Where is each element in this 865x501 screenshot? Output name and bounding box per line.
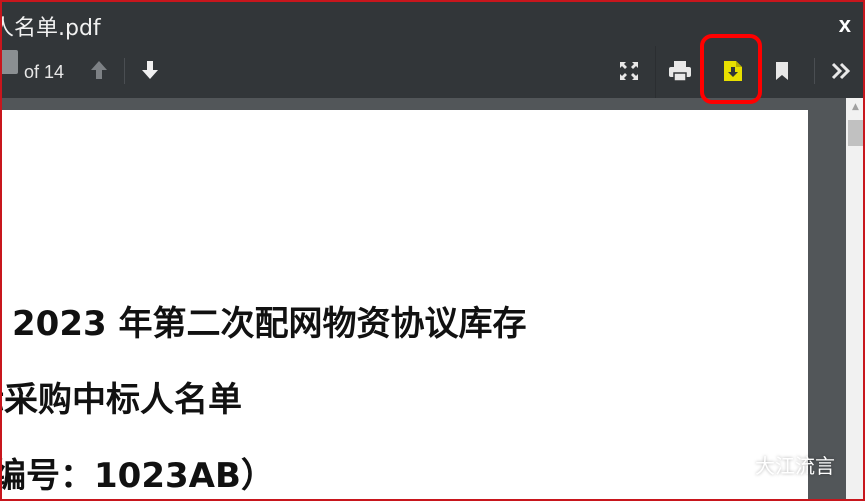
print-button[interactable] — [666, 58, 694, 84]
next-page-button[interactable] — [139, 58, 161, 82]
toolbar-separator — [814, 58, 815, 84]
scrollbar-thumb[interactable] — [848, 120, 863, 146]
title-bar: 人名单.pdf x — [0, 0, 865, 50]
arrow-up-icon — [91, 61, 107, 79]
double-chevron-icon — [831, 62, 851, 80]
fullscreen-icon — [620, 62, 638, 80]
download-button[interactable] — [720, 58, 746, 84]
fit-page-button[interactable] — [616, 58, 642, 84]
document-heading-line-3: 编号：1023AB） — [0, 456, 275, 496]
bookmark-icon — [776, 62, 788, 80]
pdf-toolbar: of 14 — [0, 46, 865, 98]
document-title: 人名单.pdf — [0, 16, 101, 41]
print-icon — [669, 61, 691, 82]
watermark-text: 大江流言 — [755, 454, 835, 478]
scroll-up-arrow-icon[interactable]: ▲ — [846, 98, 865, 116]
arrow-down-icon — [142, 61, 158, 79]
bookmark-button[interactable] — [772, 58, 792, 84]
pdf-page: 2023 年第二次配网物资协议库存 标采购中标人名单 编号：1023AB） — [0, 110, 808, 501]
close-button[interactable]: x — [839, 12, 851, 38]
more-tools-button[interactable] — [829, 59, 853, 83]
document-heading-line-2: 标采购中标人名单 — [0, 380, 242, 420]
download-icon — [724, 61, 742, 81]
vertical-scrollbar[interactable]: ▲ — [846, 98, 865, 501]
page-number-input[interactable] — [0, 50, 18, 74]
page-count-label: of 14 — [24, 62, 65, 82]
toolbar-separator — [124, 58, 125, 84]
document-viewport[interactable]: 2023 年第二次配网物资协议库存 标采购中标人名单 编号：1023AB） ▲ — [0, 98, 865, 501]
wechat-icon — [721, 453, 748, 475]
document-heading-line-1: 2023 年第二次配网物资协议库存 — [12, 304, 527, 344]
watermark: 大江流言 — [721, 450, 835, 479]
previous-page-button[interactable] — [88, 58, 110, 82]
toolbar-separator — [655, 46, 656, 98]
